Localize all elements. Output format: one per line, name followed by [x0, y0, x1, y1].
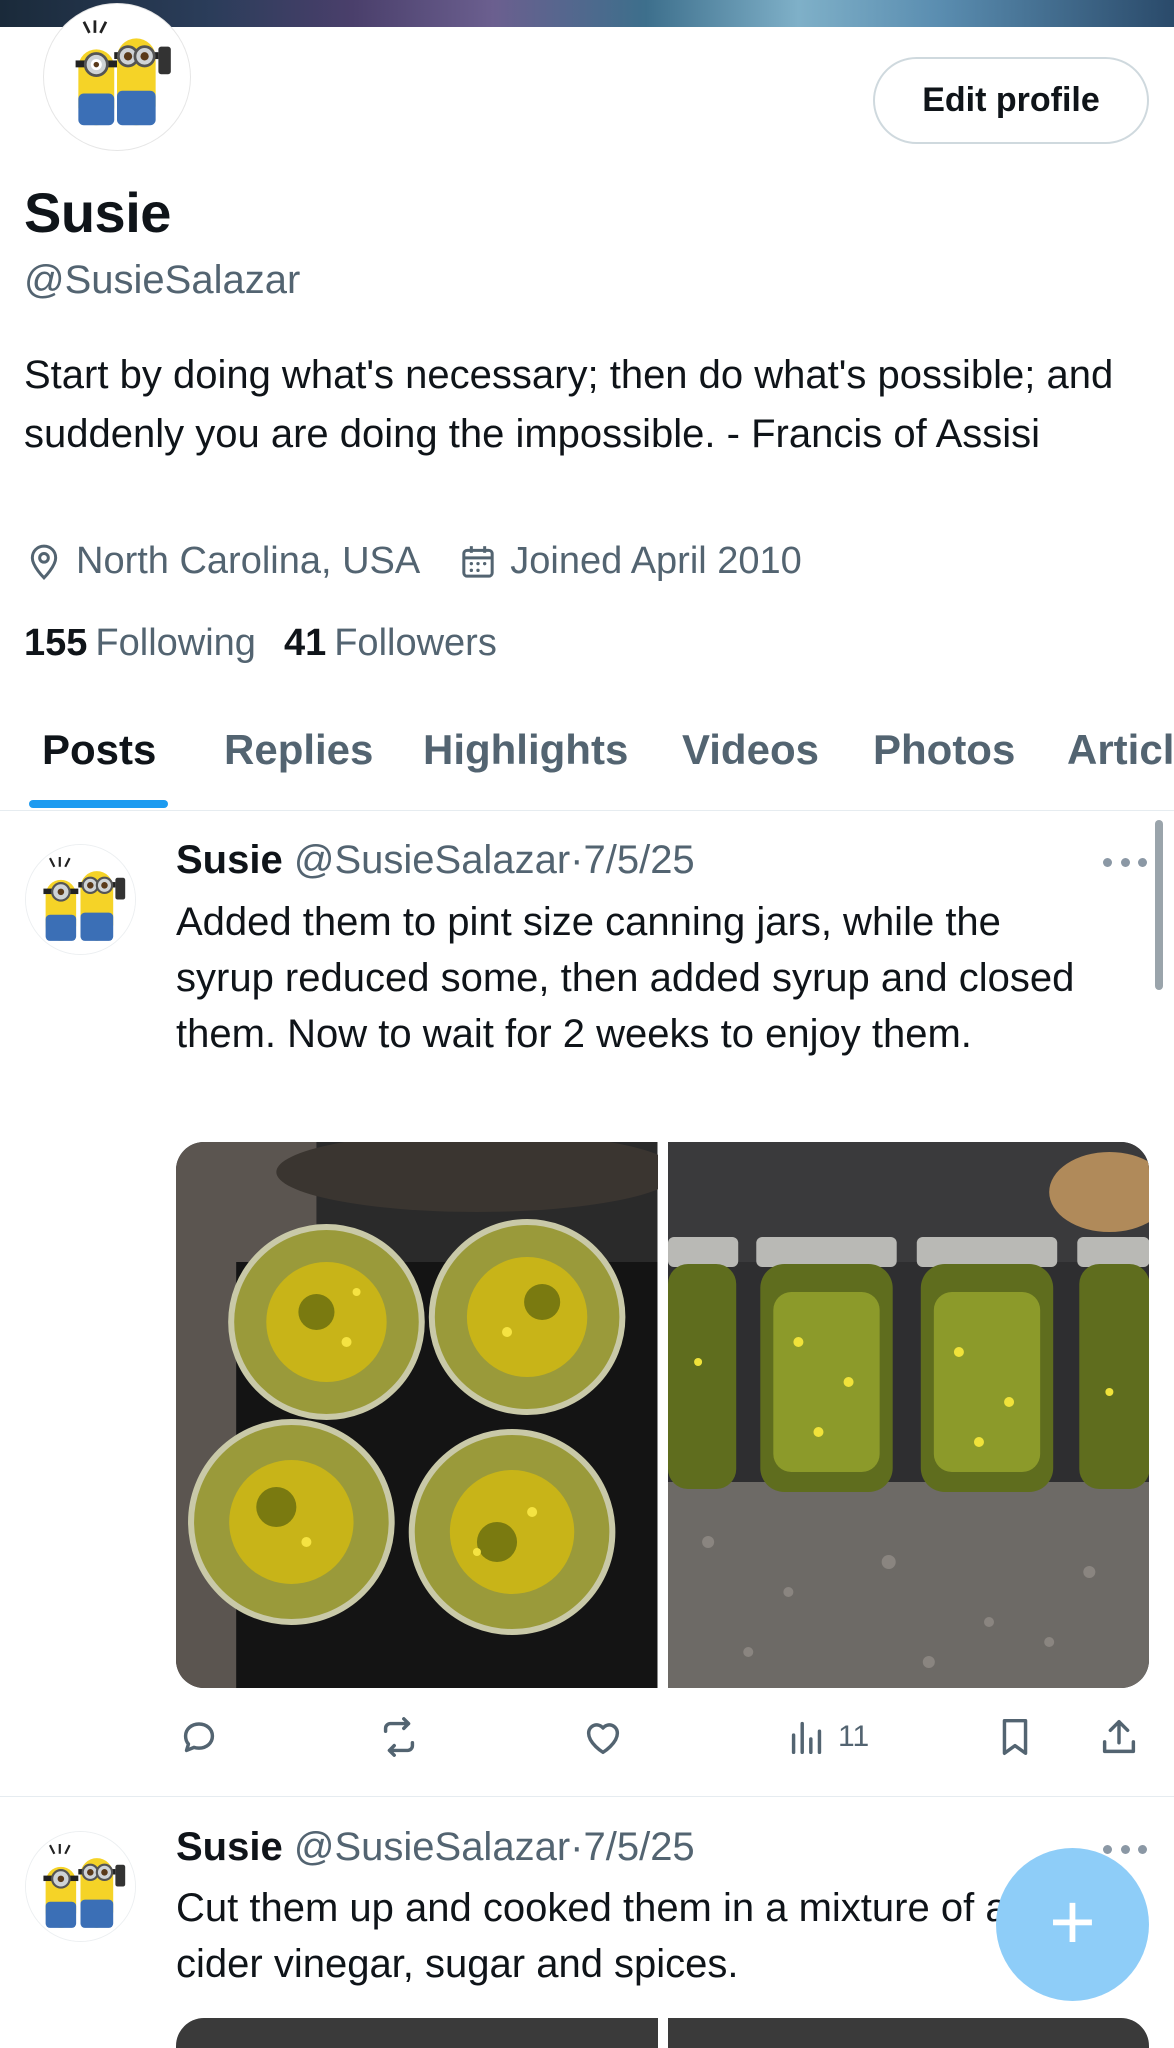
reply-icon	[183, 1722, 215, 1753]
views-button[interactable]: 11	[784, 1714, 869, 1760]
like-button[interactable]	[580, 1714, 626, 1760]
jars-side-view-photo[interactable]	[667, 1142, 1149, 1688]
analytics-icon	[791, 1721, 822, 1755]
following-label: Following	[95, 622, 256, 664]
profile-bio: Start by doing what's necessary; then do…	[24, 353, 1114, 456]
share-button[interactable]	[1096, 1714, 1142, 1760]
tweet-media-partial[interactable]	[176, 2018, 1149, 2048]
profile-location: North Carolina, USA	[24, 540, 420, 583]
calendar-icon	[462, 545, 494, 578]
scrollbar[interactable]	[1155, 820, 1163, 990]
tweet-text: Added them to pint size canning jars, wh…	[176, 900, 1075, 1056]
tab-articles[interactable]: Articles	[1067, 726, 1174, 774]
follow-counts: 155 Following 41 Followers	[24, 622, 525, 665]
tweet-avatar[interactable]	[25, 844, 136, 955]
tweet-date[interactable]: 7/5/25	[583, 1825, 694, 1869]
share-icon	[1102, 1719, 1136, 1754]
tab-replies[interactable]: Replies	[224, 726, 373, 774]
profile-banner[interactable]	[0, 0, 1174, 27]
minions-avatar-icon	[48, 8, 186, 146]
followers-count: 41	[283, 622, 327, 664]
jars-top-view-photo[interactable]	[176, 1142, 658, 1688]
minions-avatar-icon	[26, 845, 135, 954]
tweet-author-name[interactable]: Susie	[176, 838, 283, 882]
minions-avatar-icon	[26, 1832, 135, 1941]
bookmark-button[interactable]	[992, 1714, 1038, 1760]
tab-posts[interactable]: Posts	[42, 726, 156, 774]
edit-profile-button[interactable]: Edit profile	[873, 57, 1149, 144]
tweet-text: Cut them up and cooked them in a mixture…	[176, 1886, 1084, 1986]
profile-avatar[interactable]	[44, 4, 190, 150]
profile-joined: Joined April 2010	[458, 540, 802, 583]
tweet-header: Susie @SusieSalazar·7/5/25	[176, 838, 695, 883]
repost-button[interactable]	[376, 1714, 422, 1760]
joined-text: Joined April 2010	[510, 540, 802, 582]
profile-tabs: Posts Replies Highlights Videos Photos A…	[0, 700, 1174, 811]
following-count: 155	[24, 622, 88, 664]
following-link[interactable]: 155 Following	[24, 622, 256, 665]
tweet-divider	[0, 1796, 1174, 1797]
location-pin-icon	[30, 544, 58, 580]
reply-button[interactable]	[176, 1714, 222, 1760]
profile-handle: @SusieSalazar	[24, 258, 301, 302]
followers-label: Followers	[334, 622, 497, 664]
bookmark-icon	[1002, 1718, 1028, 1756]
profile-meta: North Carolina, USA Joined April 2010	[24, 540, 840, 583]
tweet-media	[176, 1142, 1149, 1688]
more-options-icon[interactable]	[1103, 855, 1147, 869]
location-text: North Carolina, USA	[76, 540, 421, 582]
tweet-author-handle[interactable]: @SusieSalazar	[294, 838, 570, 882]
compose-plus-icon: +	[1049, 1876, 1096, 1966]
heart-icon	[586, 1723, 620, 1755]
tweet-author-handle[interactable]: @SusieSalazar	[294, 1825, 570, 1869]
repost-icon	[383, 1717, 415, 1757]
views-count: 11	[838, 1720, 870, 1753]
tweet-author-name[interactable]: Susie	[176, 1825, 283, 1869]
active-tab-indicator	[29, 800, 168, 808]
tab-highlights[interactable]: Highlights	[423, 726, 628, 774]
compose-button[interactable]: +	[996, 1848, 1149, 2001]
more-options-icon[interactable]	[1103, 1842, 1147, 1856]
tweet-avatar[interactable]	[25, 1831, 136, 1942]
tweet-header: Susie @SusieSalazar·7/5/25	[176, 1825, 695, 1870]
tab-photos[interactable]: Photos	[873, 726, 1015, 774]
profile-name: Susie	[24, 181, 171, 244]
tweet-date[interactable]: 7/5/25	[583, 838, 694, 882]
tab-videos[interactable]: Videos	[682, 726, 819, 774]
tweet-separator: ·	[570, 1825, 584, 1869]
followers-link[interactable]: 41 Followers	[284, 622, 497, 665]
tweet-separator: ·	[570, 838, 584, 882]
tweet-actions: 11	[176, 1714, 1149, 1764]
